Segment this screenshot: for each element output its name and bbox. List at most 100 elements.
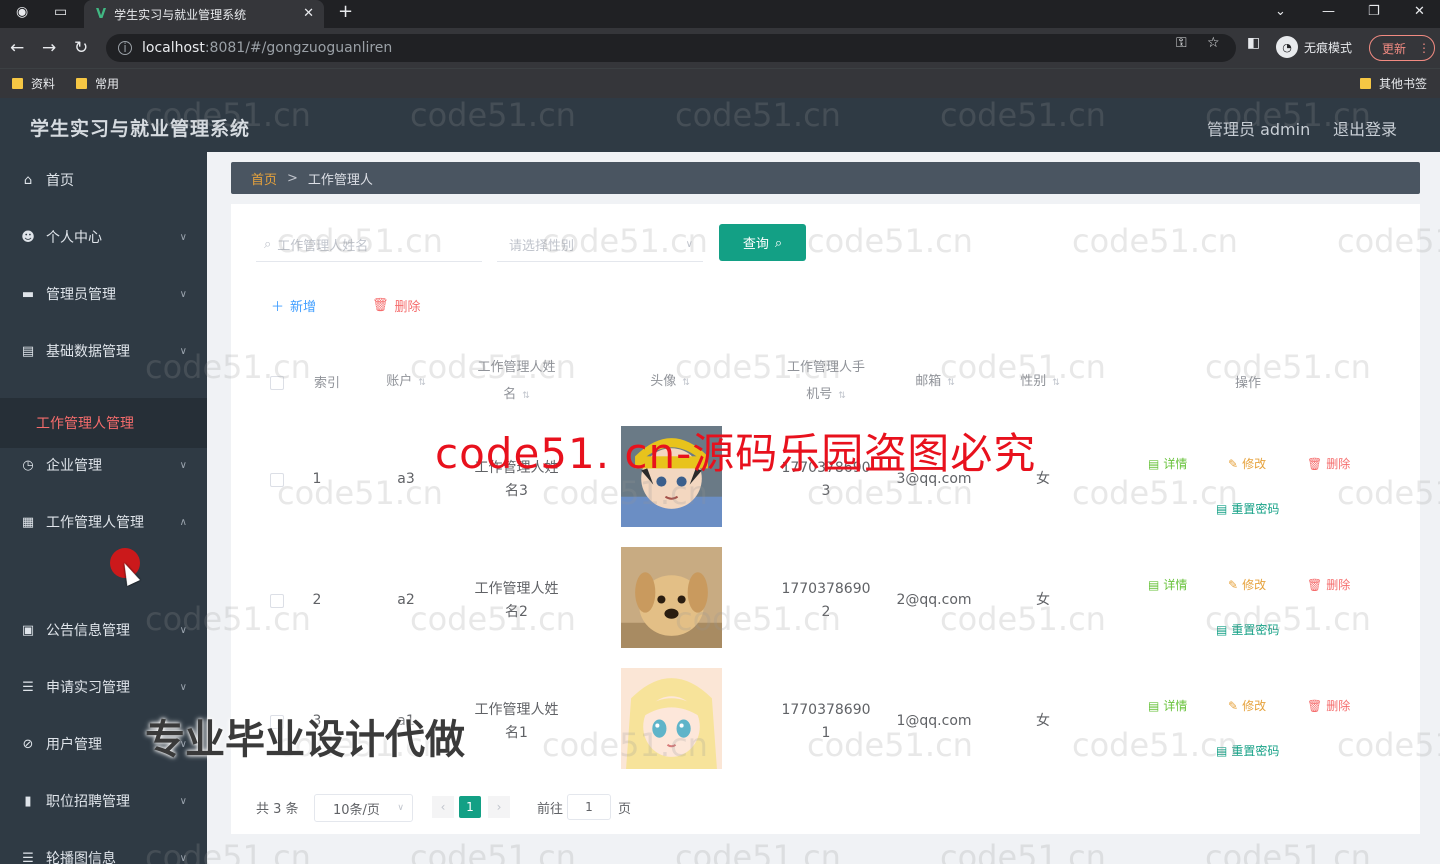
row-checkbox[interactable] <box>270 594 284 608</box>
batch-delete-button[interactable]: 🗑 删除 <box>372 296 421 315</box>
add-label: 新增 <box>290 300 317 315</box>
browser-toolbar: ← → ↻ i localhost :8081/#/gongzuoguanlir… <box>0 28 1440 68</box>
breadcrumb-current: 工作管理人 <box>307 172 373 188</box>
tab-search-icon[interactable]: ▭ <box>54 4 67 20</box>
goto-prefix: 前往 <box>537 802 564 817</box>
globe-icon[interactable]: ◉ <box>16 4 28 20</box>
folder-icon <box>12 78 23 89</box>
search-icon: ⌕ <box>774 234 783 250</box>
sidebar-item[interactable]: ▦ 工作管理人管理 ∧ <box>0 494 207 550</box>
promo-overlay: 专业毕业设计代做 <box>145 717 465 763</box>
edit-button[interactable]: ✎ 修改 <box>1228 697 1266 714</box>
sidebar-item-label: 管理员管理 <box>46 287 116 303</box>
sidebar-subitem-active[interactable]: 工作管理人管理 <box>0 398 207 448</box>
sidebar-item[interactable]: ▤ 基础数据管理 ∨ <box>0 323 207 379</box>
edit-button[interactable]: ✎ 修改 <box>1228 576 1266 593</box>
back-icon[interactable]: ← <box>10 38 24 58</box>
sort-icon: ⇅ <box>947 378 955 388</box>
close-window-icon[interactable]: ✕ <box>1414 4 1425 19</box>
cell-phone: 1770378690 2 <box>781 581 871 620</box>
header-account[interactable]: 账户 ⇅ <box>366 368 446 397</box>
other-bookmarks[interactable]: 其他书签 <box>1360 75 1427 92</box>
row-delete-button[interactable]: 🗑 删除 <box>1307 576 1350 593</box>
site-info-icon[interactable]: i <box>118 41 132 55</box>
folder-icon <box>1360 78 1371 89</box>
new-tab-icon[interactable]: + <box>338 1 353 22</box>
reset-password-button[interactable]: ▤ 重置密码 <box>1216 742 1279 759</box>
sort-icon: ⇅ <box>522 391 530 401</box>
sidebar-item[interactable]: ☰ 轮播图信息 ∨ <box>0 830 207 864</box>
header-gender[interactable]: 性别 ⇅ <box>1000 368 1080 397</box>
reset-password-button[interactable]: ▤ 重置密码 <box>1216 500 1279 517</box>
row-checkbox[interactable] <box>270 473 284 487</box>
add-button[interactable]: ＋ 新增 <box>271 296 316 315</box>
clipboard-icon: ▤ <box>21 343 35 359</box>
incognito-icon: ◔ <box>1276 36 1298 58</box>
star-icon[interactable]: ☆ <box>1207 35 1220 51</box>
query-button[interactable]: 查询 ⌕ <box>719 224 806 261</box>
page-number-active[interactable]: 1 <box>459 796 481 818</box>
reload-icon[interactable]: ↻ <box>74 38 88 58</box>
minimize-icon[interactable]: — <box>1322 4 1335 19</box>
name-search-input[interactable]: ⌕ 工作管理人姓名 <box>256 228 482 262</box>
detail-button[interactable]: ▤ 详情 <box>1148 697 1187 714</box>
next-page-button[interactable]: › <box>488 796 510 818</box>
reset-password-button[interactable]: ▤ 重置密码 <box>1216 621 1279 638</box>
user-icon: ☻ <box>21 229 35 245</box>
incognito-indicator[interactable]: ◔ 无痕模式 <box>1276 36 1352 58</box>
tab-list-chevron-icon[interactable]: ⌄ <box>1275 4 1286 19</box>
header-email[interactable]: 邮箱 ⇅ <box>895 368 975 397</box>
restore-icon[interactable]: ❐ <box>1368 4 1380 19</box>
header-avatar[interactable]: 头像 ⇅ <box>630 368 710 397</box>
gender-select[interactable]: 请选择性别 ∨ <box>497 228 703 262</box>
sidebar-item-label: 首页 <box>46 173 74 189</box>
cell-gender: 女 <box>1036 592 1050 608</box>
page-size-label: 10条/页 <box>333 802 380 818</box>
sidebar-item[interactable]: ⌂ 首页 <box>0 152 207 208</box>
avatar-image-3 <box>621 668 722 769</box>
chevron-down-icon: ∨ <box>179 345 187 357</box>
address-bar[interactable]: i localhost :8081/#/gongzuoguanliren <box>106 34 1236 62</box>
chevron-down-icon: ∨ <box>397 803 404 813</box>
row-delete-button[interactable]: 🗑 删除 <box>1307 455 1350 472</box>
sort-icon: ⇅ <box>682 378 690 388</box>
tab-close-icon[interactable]: ✕ <box>303 6 314 21</box>
bookmarks-bar: 资料 常用 其他书签 <box>0 68 1440 98</box>
detail-button[interactable]: ▤ 详情 <box>1148 576 1187 593</box>
sidebar-item[interactable]: ▬ 管理员管理 ∨ <box>0 266 207 322</box>
document-icon: ▤ <box>1148 577 1160 592</box>
browser-tab[interactable]: V 学生实习与就业管理系统 ✕ <box>84 0 324 28</box>
sidebar-item-label: 工作管理人管理 <box>46 515 144 531</box>
cell-email: 1@qq.com <box>896 713 972 729</box>
sort-icon: ⇅ <box>838 391 846 401</box>
update-button[interactable]: 更新 ⋮ <box>1369 35 1435 61</box>
header-phone[interactable]: 工作管理人手 机号 ⇅ <box>768 354 884 410</box>
header-name[interactable]: 工作管理人姓名 ⇅ <box>460 354 573 410</box>
prev-page-button[interactable]: ‹ <box>432 796 454 818</box>
row-delete-button[interactable]: 🗑 删除 <box>1307 697 1350 714</box>
chevron-down-icon: ∨ <box>179 288 187 300</box>
header-ops: 操作 <box>1234 376 1261 391</box>
goto-page-input[interactable]: 1 <box>567 794 611 820</box>
document-icon: ▤ <box>1148 698 1160 713</box>
key-icon[interactable]: ⚿ <box>1176 35 1187 51</box>
bookmark-folder-2[interactable]: 常用 <box>76 75 119 92</box>
page-size-select[interactable]: 10条/页 ∨ <box>314 794 413 822</box>
forward-icon[interactable]: → <box>42 38 56 58</box>
bar-chart-icon: ▮ <box>24 793 32 809</box>
select-all-checkbox[interactable] <box>270 376 284 390</box>
url-host: localhost <box>142 40 205 56</box>
sidebar-item[interactable]: ☻ 个人中心 ∨ <box>0 209 207 265</box>
edit-button[interactable]: ✎ 修改 <box>1228 455 1266 472</box>
logout-link[interactable]: 退出登录 <box>1333 116 1397 140</box>
detail-button[interactable]: ▤ 详情 <box>1148 455 1187 472</box>
query-label: 查询 <box>742 236 769 251</box>
cell-account: a3 <box>397 471 415 487</box>
header-index[interactable]: 索引 <box>300 370 354 397</box>
sidebar-item[interactable]: ▣ 公告信息管理 ∨ <box>0 602 207 658</box>
side-panel-icon[interactable]: ◧ <box>1247 35 1260 51</box>
sidebar-item[interactable]: ▮ 职位招聘管理 ∨ <box>0 773 207 829</box>
chevron-down-icon: ∨ <box>179 795 187 807</box>
bookmark-folder-1[interactable]: 资料 <box>12 75 55 92</box>
breadcrumb-home[interactable]: 首页 <box>251 169 277 188</box>
